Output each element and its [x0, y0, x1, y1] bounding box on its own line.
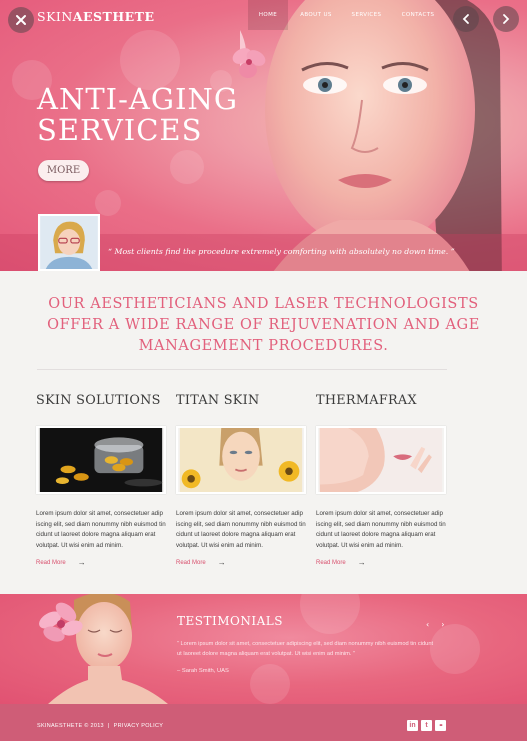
intro-heading: OUR AESTHETICIANS AND LASER TECHNOLOGIST…	[47, 296, 480, 354]
flickr-icon[interactable]: ••	[435, 720, 446, 731]
testimonial-author: – Sarah Smith, UAS	[177, 668, 229, 674]
nav-item-services[interactable]: SERVICES	[344, 0, 389, 30]
main-nav: HOME ABOUT US SERVICES CONTACTS	[248, 0, 447, 30]
read-more-link[interactable]: Read More →	[36, 558, 168, 567]
brand-part1: SKIN	[37, 9, 73, 24]
prev-arrow-button[interactable]	[453, 6, 479, 32]
read-more-label: Read More	[36, 559, 66, 566]
testimonial-prev-button[interactable]: ‹	[426, 620, 435, 629]
more-button[interactable]: MORE	[38, 160, 89, 181]
hero-quote: “ Most clients find the procedure extrem…	[108, 247, 455, 256]
brand-logo[interactable]: SKINAESTHETE	[37, 9, 155, 24]
service-title: SKIN SOLUTIONS	[36, 393, 161, 408]
linkedin-icon[interactable]: in	[407, 720, 418, 731]
privacy-policy-link[interactable]: PRIVACY POLICY	[114, 723, 164, 729]
hero-face-image	[240, 0, 502, 271]
arrow-right-icon: →	[217, 558, 226, 567]
read-more-label: Read More	[176, 559, 206, 566]
orchid-flower-icon	[232, 48, 266, 78]
testimonial-next-button[interactable]: ›	[441, 620, 450, 629]
testimonials-section: TESTIMONIALS ‹ › “ Lorem ipsum dolor sit…	[0, 594, 527, 704]
chevron-right-icon	[503, 14, 510, 24]
thermafrax-image[interactable]	[316, 426, 446, 494]
titan-skin-image[interactable]	[176, 426, 306, 494]
chevron-left-icon	[462, 14, 469, 24]
close-button[interactable]	[8, 7, 34, 33]
quote-avatar	[38, 214, 100, 271]
page: SKINAESTHETE HOME ABOUT US SERVICES CONT…	[0, 0, 527, 741]
brand-part2: AESTHETE	[72, 9, 155, 24]
read-more-label: Read More	[316, 559, 346, 566]
hero-title-line2: SERVICES	[37, 113, 203, 147]
service-card-titan-skin: TITAN SKIN Lorem ipsum dolor sit amet, c…	[176, 393, 308, 567]
hero-title-line1: ANTI-AGING	[37, 82, 239, 116]
footer-separator: |	[107, 723, 110, 729]
testimonial-portrait-image	[39, 594, 168, 704]
service-title: THERMAFRAX	[316, 393, 417, 408]
footer-copyright: SKINAESTHETE © 2013 | PRIVACY POLICY	[37, 723, 163, 729]
service-description: Lorem ipsum dolor sit amet, consectetuer…	[316, 510, 446, 549]
skin-solutions-image[interactable]	[36, 426, 166, 494]
service-description: Lorem ipsum dolor sit amet, consectetuer…	[176, 510, 306, 549]
hero-banner: SKINAESTHETE HOME ABOUT US SERVICES CONT…	[0, 0, 527, 271]
copyright-text: SKINAESTHETE © 2013	[37, 723, 104, 729]
service-card-skin-solutions: SKIN SOLUTIONS Lorem ipsum dolor sit ame…	[36, 393, 168, 567]
nav-item-about-us[interactable]: ABOUT US	[288, 0, 344, 30]
social-links: in t ••	[407, 720, 446, 731]
testimonials-pager: ‹ ›	[426, 620, 450, 629]
service-title: TITAN SKIN	[176, 393, 260, 408]
testimonial-quote: “ Lorem ipsum dolor sit amet, consectetu…	[177, 641, 434, 657]
hero-title: ANTI-AGING SERVICES	[37, 84, 267, 146]
twitter-icon[interactable]: t	[421, 720, 432, 731]
nav-item-home[interactable]: HOME	[248, 0, 288, 30]
arrow-right-icon: →	[357, 558, 366, 567]
arrow-right-icon: →	[77, 558, 86, 567]
next-arrow-button[interactable]	[493, 6, 519, 32]
service-description: Lorem ipsum dolor sit amet, consectetuer…	[36, 510, 166, 549]
read-more-link[interactable]: Read More →	[176, 558, 308, 567]
close-x-icon	[16, 15, 26, 25]
footer: SKINAESTHETE © 2013 | PRIVACY POLICY in t …	[0, 704, 527, 741]
read-more-link[interactable]: Read More →	[316, 558, 448, 567]
testimonials-heading: TESTIMONIALS	[177, 614, 283, 628]
service-card-thermafrax: THERMAFRAX Lorem ipsum dolor sit amet, c…	[316, 393, 448, 567]
section-divider	[37, 369, 447, 370]
nav-item-contacts[interactable]: CONTACTS	[389, 0, 447, 30]
